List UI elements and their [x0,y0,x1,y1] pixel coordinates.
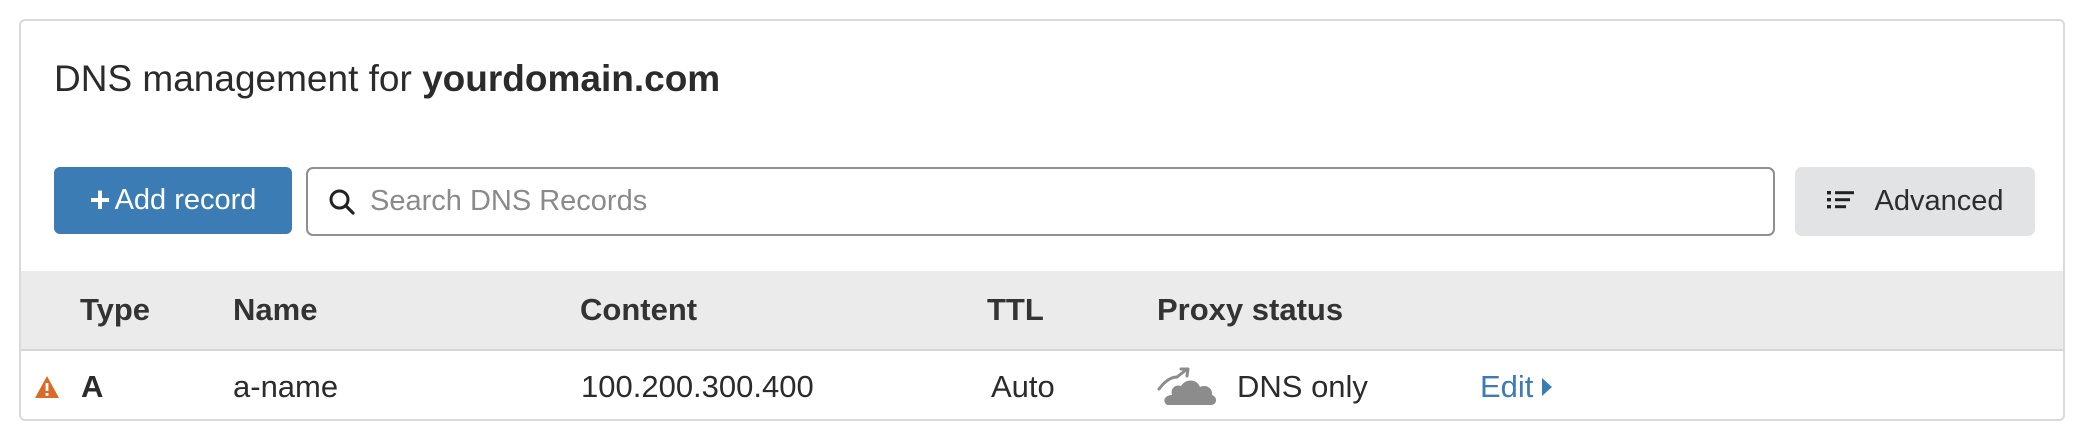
record-content: 100.200.300.400 [581,369,814,404]
search-icon [328,187,358,217]
warning-triangle-icon [34,375,60,399]
dns-management-panel: DNS management for yourdomain.com + Add … [19,19,2065,421]
add-record-label: Add record [114,184,257,216]
record-ttl: Auto [991,369,1055,404]
record-type: A [81,369,104,404]
search-input[interactable] [370,185,1773,218]
table-header: Type Name Content TTL Proxy status [21,271,2063,351]
search-box[interactable] [306,167,1775,236]
record-name: a-name [233,369,339,404]
advanced-button[interactable]: Advanced [1795,167,2035,236]
edit-label: Edit [1480,369,1534,404]
column-header-type[interactable]: Type [80,271,150,349]
caret-right-icon [1541,376,1555,398]
edit-record-link[interactable]: Edit [1480,351,1555,419]
column-header-content[interactable]: Content [580,271,697,349]
plus-icon: + [89,178,111,220]
proxy-status-cell: DNS only [1157,351,1368,419]
add-record-button[interactable]: + Add record [54,167,292,234]
dns-only-cloud-icon [1157,367,1219,407]
column-header-ttl[interactable]: TTL [987,271,1044,349]
title-prefix: DNS management for [54,58,412,99]
list-icon [1826,188,1857,216]
page-title: DNS management for yourdomain.com [54,55,720,103]
proxy-status-label: DNS only [1237,369,1368,404]
column-header-name[interactable]: Name [233,271,317,349]
advanced-label: Advanced [1874,185,2004,217]
table-row[interactable]: A a-name 100.200.300.400 Auto DNS only E… [21,351,2063,419]
domain-name: yourdomain.com [422,58,721,99]
column-header-proxy-status[interactable]: Proxy status [1157,271,1343,349]
